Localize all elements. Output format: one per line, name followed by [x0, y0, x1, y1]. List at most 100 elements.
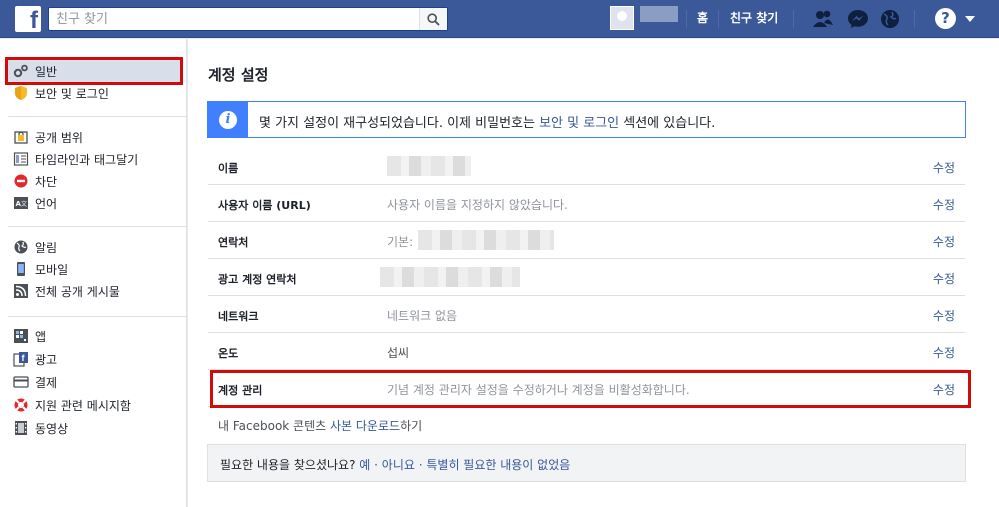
settings-row-contact[interactable]: 연락처 기본: 수정 — [208, 222, 965, 259]
security-login-link[interactable]: 보안 및 로그인 — [539, 116, 619, 131]
sidebar-item-payments[interactable]: 결제 — [8, 371, 180, 393]
sidebar-item-blocking[interactable]: 차단 — [8, 170, 180, 192]
row-label: 광고 계정 연락처 — [218, 273, 297, 286]
row-value: 사용자 이름을 지정하지 않았습니다. — [387, 198, 568, 212]
language-icon: A文 — [14, 197, 28, 209]
sidebar-item-videos[interactable]: 동영상 — [8, 417, 180, 439]
notifications-globe-icon[interactable] — [879, 9, 901, 29]
redacted-value — [418, 230, 554, 250]
facebook-logo-letter: f — [30, 7, 38, 34]
search-input[interactable] — [49, 8, 421, 30]
settings-row-networks[interactable]: 네트워크 네트워크 없음 수정 — [208, 296, 965, 333]
sidebar-item-label: 지원 관련 메시지함 — [35, 398, 131, 413]
info-icon-container: i — [208, 102, 248, 137]
find-friends-link[interactable]: 친구 찾기 — [730, 10, 778, 26]
settings-row-name[interactable]: 이름 수정 — [208, 148, 965, 185]
search-box — [48, 7, 448, 31]
sidebar-item-label: 언어 — [35, 196, 58, 211]
sidebar-item-language[interactable]: A文 언어 — [8, 192, 180, 214]
settings-row-username[interactable]: 사용자 이름 (URL) 사용자 이름을 지정하지 않았습니다. 수정 — [208, 185, 965, 222]
sidebar-item-mobile[interactable]: 모바일 — [8, 258, 180, 280]
download-copy-text: 내 Facebook 콘텐츠 사본 다운로드하기 — [218, 417, 422, 434]
sidebar-item-label: 결제 — [35, 375, 58, 390]
sidebar-divider — [8, 116, 186, 117]
row-label: 이름 — [218, 162, 239, 175]
mobile-icon — [17, 262, 25, 276]
profile-avatar[interactable] — [610, 6, 634, 30]
sidebar-item-notifications[interactable]: 알림 — [8, 236, 180, 258]
download-suffix: 하기 — [400, 419, 423, 433]
nav-divider — [686, 10, 687, 28]
edit-link[interactable]: 수정 — [933, 270, 955, 287]
nav-divider — [793, 10, 794, 28]
feedback-no-link[interactable]: 아니요 — [382, 458, 415, 472]
friend-requests-icon[interactable] — [812, 9, 834, 29]
caret-down-icon[interactable] — [965, 16, 975, 22]
row-value: 기본: — [387, 235, 414, 249]
sidebar-item-privacy[interactable]: 공개 범위 — [8, 126, 180, 148]
edit-link[interactable]: 수정 — [933, 307, 955, 324]
feedback-box: 필요한 내용을 찾으셨나요? 예 · 아니요 · 특별히 필요한 내용이 없었음 — [207, 444, 966, 482]
feedback-yes-link[interactable]: 예 — [359, 458, 370, 472]
sidebar-item-timeline[interactable]: 타임라인과 태그달기 — [8, 148, 180, 170]
feedback-other-link[interactable]: 특별히 필요한 내용이 없었음 — [426, 458, 570, 472]
notice-prefix: 몇 가지 설정이 재구성되었습니다. 이제 비밀번호는 — [259, 116, 540, 131]
card-icon — [13, 376, 29, 388]
notice-suffix: 섹션에 있습니다. — [619, 116, 716, 131]
sidebar-item-label: 차단 — [35, 174, 58, 189]
sidebar-item-ads[interactable]: f 광고 — [8, 348, 180, 370]
nav-divider — [914, 10, 915, 28]
feedback-separator: · — [414, 458, 427, 472]
rss-icon — [14, 284, 28, 298]
facebook-logo[interactable]: f — [15, 6, 41, 34]
search-button[interactable] — [419, 8, 447, 30]
profile-name-redacted[interactable] — [640, 6, 678, 22]
sidebar-item-label: 동영상 — [35, 421, 69, 436]
info-icon: i — [219, 110, 237, 129]
sidebar-item-label: 모바일 — [35, 262, 69, 277]
manage-account-highlight — [210, 370, 971, 408]
row-label: 사용자 이름 (URL) — [218, 199, 311, 212]
timeline-icon — [13, 152, 29, 166]
block-icon — [14, 174, 28, 188]
settings-row-ad-account-contact[interactable]: 광고 계정 연락처 수정 — [208, 259, 965, 296]
sidebar-item-apps[interactable]: 앱 — [8, 325, 180, 347]
edit-link[interactable]: 수정 — [933, 344, 955, 361]
settings-moved-notice: i 몇 가지 설정이 재구성되었습니다. 이제 비밀번호는 보안 및 로그인 섹… — [207, 101, 966, 138]
download-copy-link[interactable]: 사본 다운로드 — [330, 419, 400, 433]
edit-link[interactable]: 수정 — [933, 159, 955, 176]
home-link[interactable]: 홈 — [697, 10, 708, 26]
gears-icon — [13, 64, 28, 78]
sidebar-item-label: 공개 범위 — [35, 130, 83, 145]
top-navigation-bar: f 홈 친구 찾기 ? — [0, 0, 999, 38]
redacted-value — [387, 156, 471, 176]
messenger-icon[interactable] — [847, 9, 869, 29]
row-value: 네트워크 없음 — [387, 309, 458, 323]
help-icon[interactable]: ? — [935, 8, 956, 29]
edit-link[interactable]: 수정 — [933, 233, 955, 250]
row-label: 네트워크 — [218, 310, 259, 323]
sidebar-item-security[interactable]: 보안 및 로그인 — [8, 82, 180, 104]
row-label: 연락처 — [218, 236, 249, 249]
row-value: 섭씨 — [387, 346, 410, 360]
edit-link[interactable]: 수정 — [933, 196, 955, 213]
page-title: 계정 설정 — [208, 66, 269, 84]
sidebar-item-public-posts[interactable]: 전체 공개 게시물 — [8, 280, 180, 302]
apps-icon — [14, 329, 28, 343]
notice-text: 몇 가지 설정이 재구성되었습니다. 이제 비밀번호는 보안 및 로그인 섹션에… — [259, 112, 715, 131]
feedback-separator: · — [370, 458, 382, 472]
sidebar-item-label: 광고 — [35, 352, 58, 367]
sidebar-item-label: 앱 — [35, 329, 47, 344]
shield-icon — [15, 86, 27, 100]
sidebar-item-support-inbox[interactable]: 지원 관련 메시지함 — [8, 394, 180, 416]
globe-icon — [14, 240, 28, 254]
download-prefix: 내 Facebook 콘텐츠 — [218, 419, 330, 433]
sidebar-item-label: 일반 — [35, 64, 58, 79]
sidebar-divider — [8, 316, 186, 317]
row-label: 온도 — [218, 347, 239, 360]
sidebar-item-label: 타임라인과 태그달기 — [35, 152, 139, 167]
sidebar-item-general[interactable]: 일반 — [5, 57, 183, 85]
svg-text:文: 文 — [21, 200, 27, 208]
search-icon — [427, 12, 440, 26]
settings-row-temperature[interactable]: 온도 섭씨 수정 — [208, 333, 965, 370]
